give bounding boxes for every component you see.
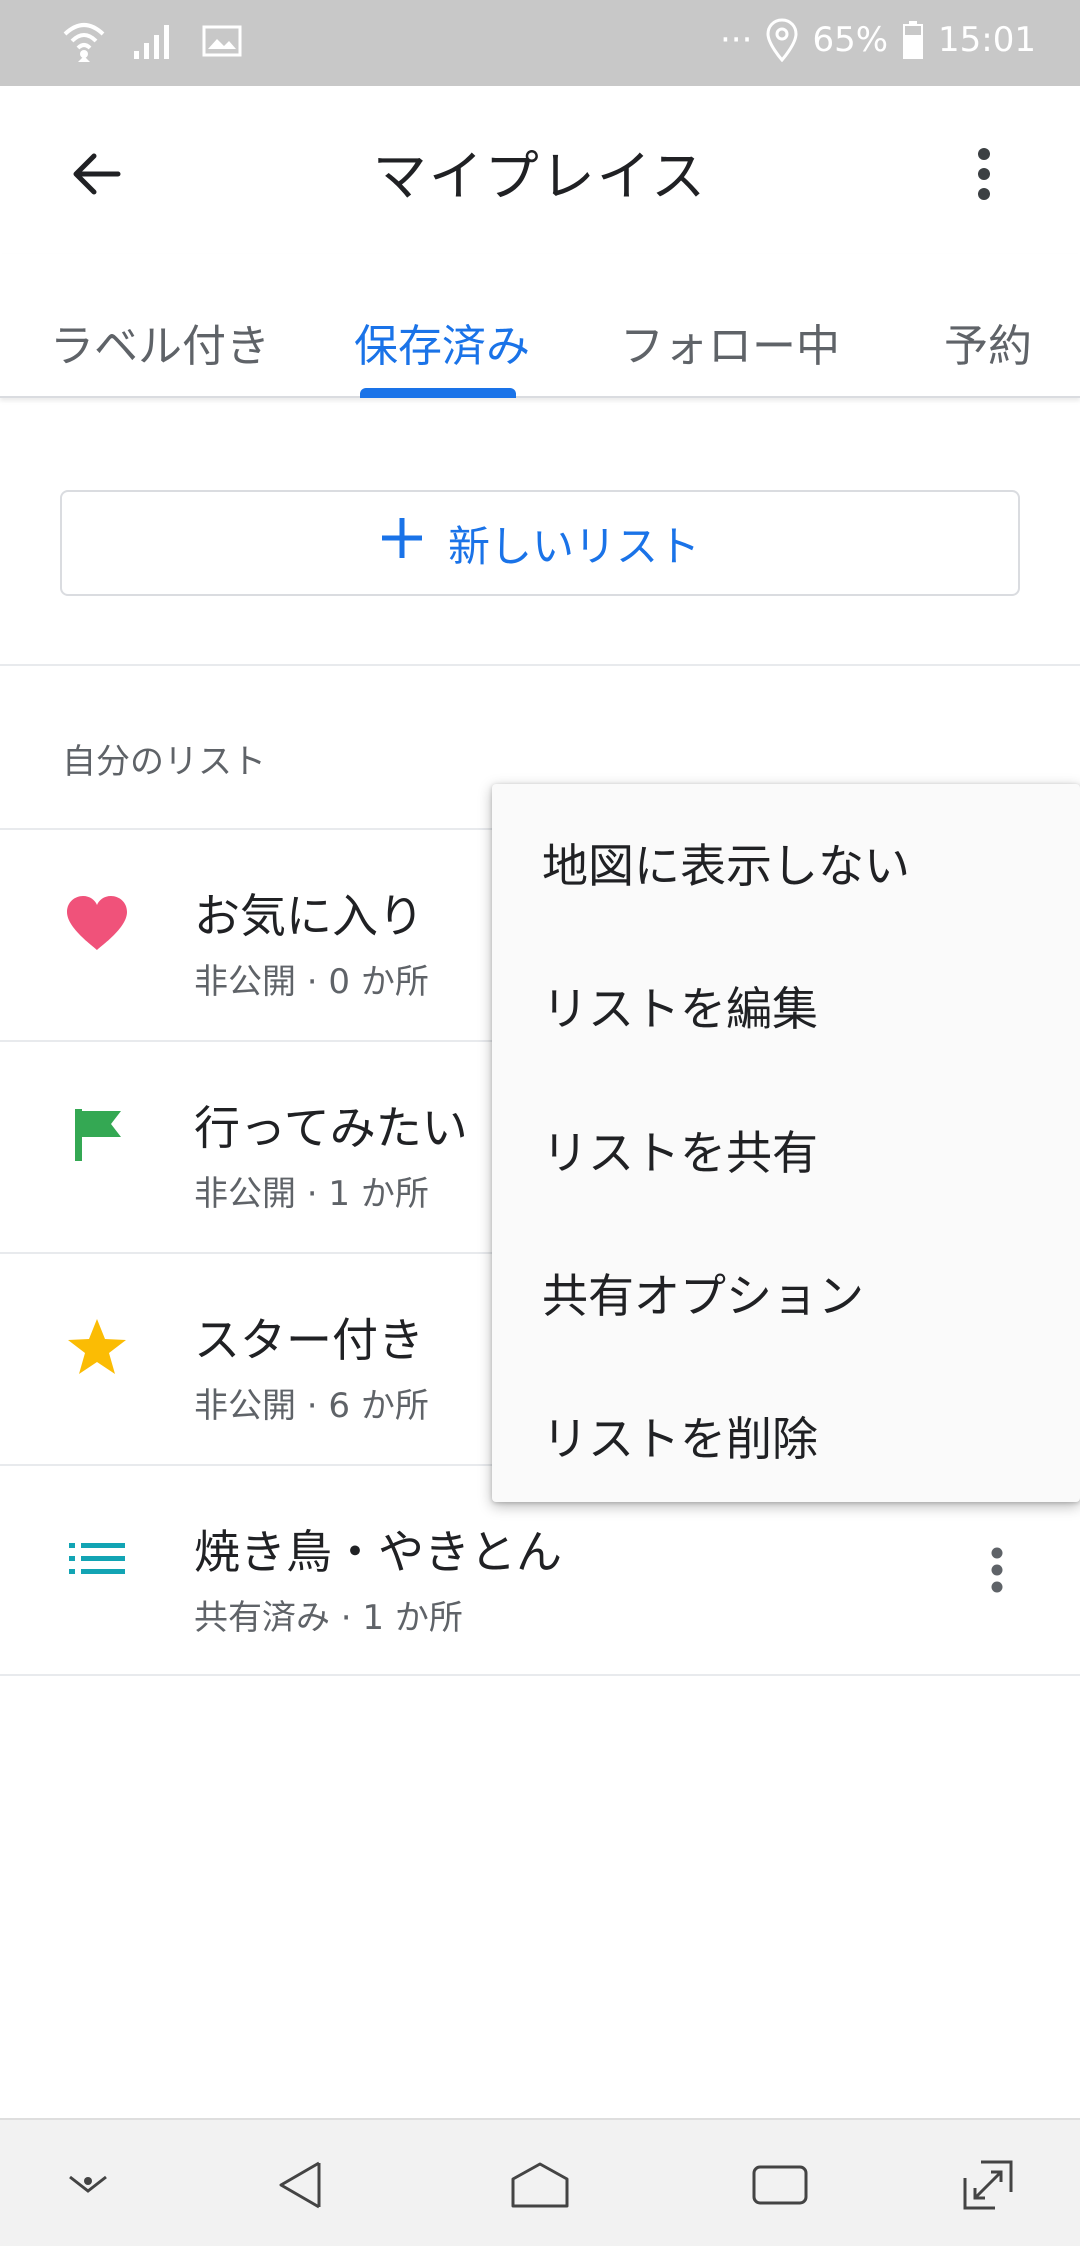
battery-percent: 65% bbox=[812, 20, 889, 60]
list-subtitle: 非公開 · 6 か所 bbox=[194, 1386, 429, 1426]
recents-icon[interactable] bbox=[740, 2150, 820, 2220]
divider bbox=[0, 664, 1080, 666]
tab-following[interactable]: フォロー中 bbox=[620, 310, 840, 374]
app-bar: マイプレイス bbox=[0, 86, 1080, 254]
location-pin-icon bbox=[766, 18, 798, 62]
new-list-label: 新しいリスト bbox=[447, 521, 700, 571]
hide-keyboard-icon[interactable] bbox=[48, 2150, 128, 2220]
star-icon bbox=[62, 1312, 132, 1382]
more-vert-icon bbox=[990, 1547, 1004, 1597]
list-subtitle: 非公開 · 0 か所 bbox=[194, 962, 429, 1002]
tab-reservations[interactable]: 予約 bbox=[944, 310, 1032, 374]
battery-icon bbox=[902, 20, 924, 60]
menu-item-delete-list[interactable]: リストを削除 bbox=[542, 1403, 818, 1469]
active-tab-indicator bbox=[360, 388, 516, 398]
section-header: 自分のリスト bbox=[62, 742, 266, 782]
tab-labeled[interactable]: ラベル付き bbox=[50, 310, 270, 374]
signal-icon bbox=[132, 21, 176, 61]
wifi-icon bbox=[62, 18, 106, 64]
menu-item-share-list[interactable]: リストを共有 bbox=[542, 1117, 818, 1183]
menu-item-hide-on-map[interactable]: 地図に表示しない bbox=[542, 830, 910, 896]
new-list-button[interactable]: 新しいリスト bbox=[60, 490, 1020, 596]
list-title: 焼き鳥・やきとん bbox=[194, 1525, 562, 1579]
list-subtitle: 非公開 · 1 か所 bbox=[194, 1174, 429, 1214]
list-title: 行ってみたい bbox=[194, 1101, 468, 1155]
flag-icon bbox=[62, 1100, 132, 1170]
plus-icon bbox=[380, 516, 424, 570]
list-title: お気に入り bbox=[194, 889, 424, 943]
status-bar: ··· 65% 15:01 bbox=[0, 0, 1080, 86]
back-triangle-icon[interactable] bbox=[260, 2150, 340, 2220]
heart-icon bbox=[62, 888, 132, 958]
tab-bar: ラベル付き 保存済み フォロー中 予約 bbox=[0, 254, 1080, 398]
page-title: マイプレイス bbox=[372, 145, 708, 208]
home-icon[interactable] bbox=[500, 2150, 580, 2220]
rotate-screen-icon[interactable] bbox=[948, 2150, 1028, 2220]
overflow-menu-button[interactable] bbox=[944, 136, 1024, 216]
tab-saved[interactable]: 保存済み bbox=[354, 310, 530, 374]
menu-item-edit-list[interactable]: リストを編集 bbox=[542, 973, 818, 1039]
more-notifications-icon: ··· bbox=[720, 20, 753, 60]
list-title: スター付き bbox=[194, 1313, 424, 1367]
system-nav-bar bbox=[0, 2118, 1080, 2246]
list-subtitle: 共有済み · 1 か所 bbox=[194, 1598, 463, 1638]
more-vert-icon bbox=[976, 148, 992, 204]
clock: 15:01 bbox=[938, 20, 1036, 60]
image-icon bbox=[202, 25, 242, 57]
list-options-menu: 地図に表示しない リストを編集 リストを共有 共有オプション リストを削除 bbox=[492, 784, 1080, 1502]
list-more-button[interactable] bbox=[962, 1532, 1032, 1612]
menu-item-sharing-options[interactable]: 共有オプション bbox=[542, 1260, 864, 1326]
list-icon bbox=[62, 1524, 132, 1594]
